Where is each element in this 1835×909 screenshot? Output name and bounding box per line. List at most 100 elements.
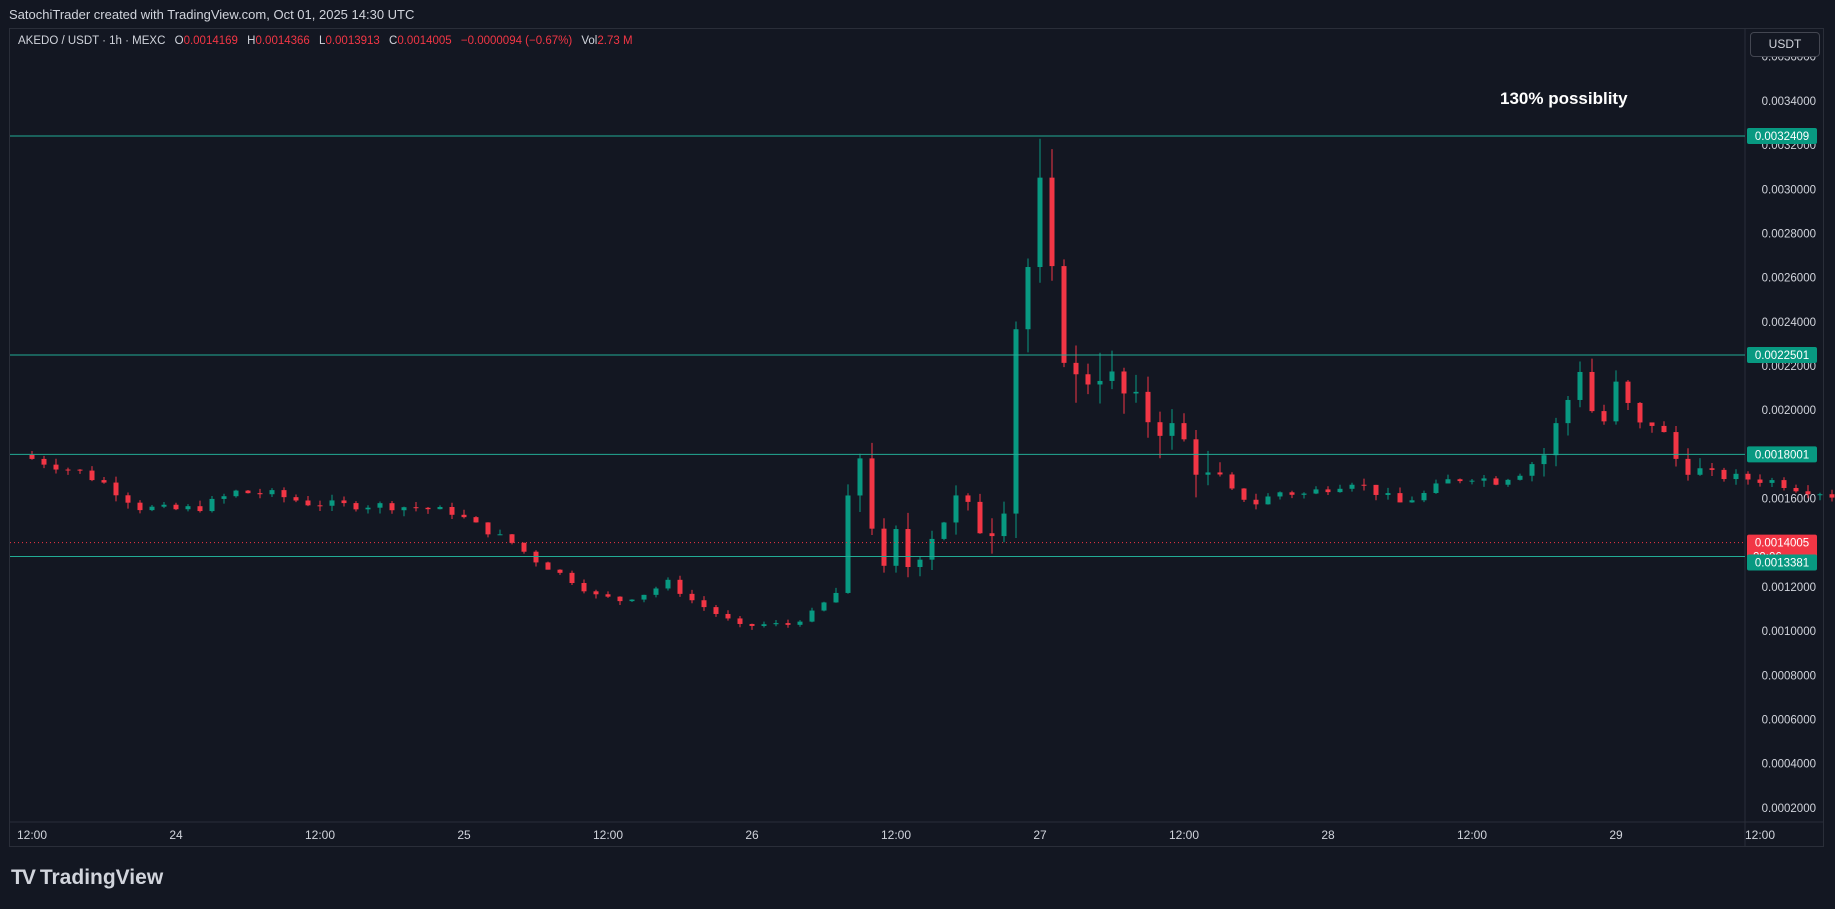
candle-body xyxy=(1181,423,1187,440)
volume-value: 2.73 M xyxy=(597,35,633,47)
candle-body xyxy=(845,495,851,593)
candle-body xyxy=(1613,381,1619,422)
candle-body xyxy=(833,592,839,603)
candle-body xyxy=(1109,371,1115,381)
candle-body xyxy=(1421,493,1427,501)
tradingview-logo-icon: TV xyxy=(11,866,36,889)
volume-key: Vol xyxy=(581,35,598,47)
candle-body xyxy=(149,506,155,511)
time-tick-label: 12:00 xyxy=(1745,828,1775,842)
candle-body xyxy=(989,533,995,537)
high-value: 0.0014366 xyxy=(255,35,310,47)
tradingview-logo[interactable]: TV TradingView xyxy=(11,866,163,890)
candle-body xyxy=(341,500,347,504)
candle-body xyxy=(797,621,803,625)
candle-body xyxy=(425,507,431,510)
candle-body xyxy=(641,594,647,600)
candle-body xyxy=(617,596,623,602)
candle-body xyxy=(353,503,359,510)
candle-body xyxy=(1325,489,1331,493)
time-tick-label: 12:00 xyxy=(17,828,47,842)
key-level-price-label: 0.0018001 xyxy=(1755,449,1809,461)
price-tick-label: 0.0028000 xyxy=(1762,228,1816,240)
time-tick-label: 12:00 xyxy=(1169,828,1199,842)
key-level-price-label: 0.0022501 xyxy=(1755,350,1809,362)
candle-body xyxy=(1529,464,1535,476)
candle-body xyxy=(785,623,791,625)
candle-body xyxy=(1037,177,1043,268)
candle-body xyxy=(1373,484,1379,495)
candle-body xyxy=(101,480,107,483)
price-tick-label: 0.0002000 xyxy=(1762,803,1816,815)
symbol-legend[interactable]: AKEDO / USDT · 1h · MEXC O0.0014169 H0.0… xyxy=(18,35,633,47)
candle-body xyxy=(653,588,659,595)
price-tick-label: 0.0008000 xyxy=(1762,670,1816,682)
candle-body xyxy=(89,470,95,481)
candle-body xyxy=(665,579,671,589)
candle-body xyxy=(1349,484,1355,489)
candle-body xyxy=(377,503,383,508)
candle-body xyxy=(857,458,863,496)
change-value: −0.0000094 (−0.67%) xyxy=(460,35,573,47)
candle-body xyxy=(401,507,407,511)
candle-body xyxy=(917,559,923,568)
time-tick-label: 29 xyxy=(1609,828,1623,842)
candle-body xyxy=(677,579,683,594)
key-level-price-label: 0.0032409 xyxy=(1755,131,1809,143)
candle-body xyxy=(1097,380,1103,385)
candle-body xyxy=(1409,500,1415,503)
candle-body xyxy=(1685,458,1691,475)
candle-body xyxy=(1793,487,1799,492)
candle-body xyxy=(1649,422,1655,426)
annotation-text: 130% possiblity xyxy=(1500,89,1628,108)
candle-body xyxy=(281,490,287,498)
candle-body xyxy=(185,506,191,510)
candle-body xyxy=(761,624,767,626)
open-value: 0.0014169 xyxy=(183,35,238,47)
candle-body xyxy=(521,542,527,552)
currency-button[interactable]: USDT xyxy=(1750,32,1820,57)
candle-body xyxy=(701,600,707,608)
candle-body xyxy=(1253,499,1259,505)
candle-body xyxy=(1025,267,1031,330)
candle-body xyxy=(1229,474,1235,489)
candle-body xyxy=(113,482,119,496)
candle-body xyxy=(821,602,827,611)
candle-body xyxy=(581,582,587,592)
candle-body xyxy=(953,495,959,523)
candle-body xyxy=(1337,488,1343,493)
candle-body xyxy=(749,623,755,626)
price-tick-label: 0.0012000 xyxy=(1762,582,1816,594)
candle-body xyxy=(1085,374,1091,385)
candle-body xyxy=(1313,489,1319,494)
candle-body xyxy=(1445,479,1451,484)
open-key: O xyxy=(174,35,184,47)
candle-body xyxy=(161,504,167,507)
time-tick-label: 25 xyxy=(457,828,471,842)
candle-body xyxy=(461,514,467,518)
time-tick-label: 12:00 xyxy=(593,828,623,842)
symbol-info[interactable]: AKEDO / USDT · 1h · MEXC xyxy=(18,35,165,47)
candle-body xyxy=(1757,479,1763,483)
candle-body xyxy=(1133,391,1139,394)
candle-body xyxy=(497,534,503,536)
price-tick-label: 0.0034000 xyxy=(1762,96,1816,108)
candle-body xyxy=(1637,402,1643,423)
support-price-label: 0.0013381 xyxy=(1755,557,1809,569)
tradingview-wordmark: TradingView xyxy=(39,866,164,889)
candle-body xyxy=(125,495,131,503)
candle-body xyxy=(1553,423,1559,456)
candle-body xyxy=(329,500,335,506)
time-tick-label: 12:00 xyxy=(1457,828,1487,842)
candle-body xyxy=(965,495,971,502)
candle-body xyxy=(509,534,515,543)
price-tick-label: 0.0004000 xyxy=(1762,759,1816,771)
candle-body xyxy=(1001,513,1007,537)
candle-body xyxy=(773,623,779,625)
time-tick-label: 24 xyxy=(169,828,183,842)
footer xyxy=(0,848,1835,909)
candle-body xyxy=(1385,493,1391,495)
candle-body xyxy=(893,529,899,566)
candle-body xyxy=(53,464,59,470)
price-chart[interactable]: 0.0002000 0.0004000 0.0006000 0.0008000 0.00… xyxy=(0,0,1835,909)
